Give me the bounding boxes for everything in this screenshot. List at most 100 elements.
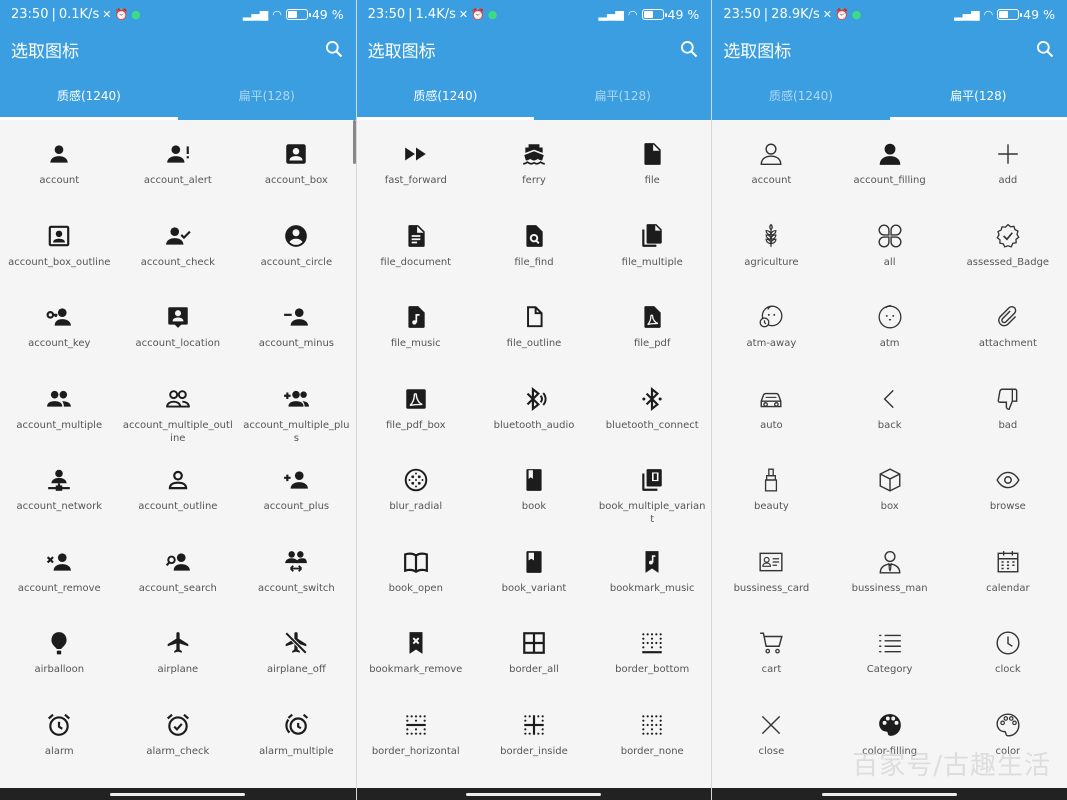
icon-grid-item[interactable]: browse [949, 452, 1067, 534]
icon-label: fast_forward [384, 175, 447, 186]
icon-grid-item[interactable]: atm-away [712, 289, 830, 371]
charging-icon: ● [851, 7, 862, 21]
icon-grid-item[interactable]: book_variant [475, 534, 593, 616]
icon-grid-item[interactable]: account_remove [0, 534, 119, 616]
signal-icon: ▂▄▆ [598, 7, 624, 21]
icon-grid-item[interactable]: account_minus [237, 289, 356, 371]
icon-grid-item[interactable]: auto [712, 371, 830, 453]
icon-grid-item[interactable]: file_pdf [593, 289, 711, 371]
icon-grid-item[interactable]: account_multiple [0, 371, 119, 453]
icon-grid-item[interactable]: account_search [119, 534, 238, 616]
icon-grid-item[interactable]: file_find [475, 208, 593, 290]
icon-label: account_box_outline [8, 256, 111, 268]
icon-grid-item[interactable]: fast_forward [357, 126, 475, 208]
icon-grid-item[interactable]: border_all [475, 615, 593, 697]
icon-grid-item[interactable]: file_document [357, 208, 475, 290]
icon-grid-item[interactable]: account_plus [237, 452, 356, 534]
status-separator: | [763, 6, 769, 22]
airplane-icon [165, 630, 191, 656]
icon-grid-item[interactable]: account_circle [237, 208, 356, 290]
icon-grid-item[interactable]: file_pdf_box [357, 371, 475, 453]
icon-grid-item[interactable]: alarm_check [119, 697, 238, 779]
icon-grid-item[interactable]: file_music [357, 289, 475, 371]
icon-grid-item[interactable]: all [831, 208, 949, 290]
icon-grid-item[interactable]: back [831, 371, 949, 453]
icon-grid-item[interactable]: account_check [119, 208, 238, 290]
icon-label: back [877, 419, 902, 431]
icon-grid-item[interactable]: clock [949, 615, 1067, 697]
icon-grid-item[interactable]: account_box [237, 126, 356, 208]
icon-grid-item[interactable]: agriculture [712, 208, 830, 290]
search-icon[interactable] [679, 39, 699, 59]
icon-grid-item[interactable]: file [593, 126, 711, 208]
icon-grid-item[interactable]: attachment [949, 289, 1067, 371]
status-separator: | [51, 6, 56, 22]
tab-material[interactable]: 质感(1240) [712, 70, 889, 120]
page-title: 选取图标 [723, 41, 792, 62]
search-icon[interactable] [324, 39, 344, 59]
icon-grid-item[interactable]: bad [949, 371, 1067, 453]
icon-grid-item[interactable]: account_key [0, 289, 119, 371]
icon-grid-item[interactable]: account_multiple_plus [237, 371, 356, 453]
icon-grid-item[interactable]: border_horizontal [357, 697, 475, 779]
icon-grid-item[interactable]: account [0, 126, 119, 208]
border-all-icon [521, 630, 547, 656]
icon-grid-item[interactable]: file_outline [475, 289, 593, 371]
icon-grid-item[interactable]: bussiness_card [712, 534, 830, 616]
icon-grid-item[interactable]: alarm [0, 697, 119, 779]
icon-grid-item[interactable]: color [949, 697, 1067, 779]
icon-label: Category [866, 664, 913, 675]
icon-grid-item[interactable]: ferry [475, 126, 593, 208]
icon-grid-item[interactable]: account_box_outline [0, 208, 119, 290]
icon-grid-item[interactable]: beauty [712, 452, 830, 534]
icon-grid-item[interactable]: file_multiple [593, 208, 711, 290]
icon-grid-item[interactable]: color-filling [831, 697, 949, 779]
icon-grid-item[interactable]: bookmark_music [593, 534, 711, 616]
icon-grid-item[interactable]: blur_radial [357, 452, 475, 534]
icon-grid-item[interactable]: border_none [593, 697, 711, 779]
icon-grid-item[interactable]: account_multiple_outline [119, 371, 238, 453]
bookmark-music-icon [639, 549, 665, 575]
icon-grid-item[interactable]: border_inside [475, 697, 593, 779]
flat-clock-icon [995, 630, 1021, 656]
icon-grid-item[interactable]: bookmark_remove [357, 615, 475, 697]
icon-grid-item[interactable]: atm [831, 289, 949, 371]
icon-grid-item[interactable]: airplane_off [237, 615, 356, 697]
icon-grid-item[interactable]: account_alert [119, 126, 238, 208]
icon-grid-item[interactable]: account_location [119, 289, 238, 371]
icon-grid-item[interactable]: account_switch [237, 534, 356, 616]
icon-grid-item[interactable]: add [949, 126, 1067, 208]
icon-grid-item[interactable]: airplane [119, 615, 238, 697]
icon-grid-item[interactable]: box [831, 452, 949, 534]
icon-grid-item[interactable]: account_filling [831, 126, 949, 208]
search-icon[interactable] [1035, 39, 1055, 59]
icon-grid-item[interactable]: book [475, 452, 593, 534]
flat-box-icon [877, 467, 903, 493]
icon-grid-item[interactable]: airballoon [0, 615, 119, 697]
tab-flat[interactable]: 扁平(128) [178, 70, 356, 120]
flat-all-icon [877, 223, 903, 249]
tab-flat[interactable]: 扁平(128) [889, 70, 1067, 120]
tab-material[interactable]: 质感(1240) [356, 70, 535, 120]
icon-grid-item[interactable]: assessed_Badge [949, 208, 1067, 290]
icon-label: border_inside [500, 745, 568, 757]
icon-grid-item[interactable]: Category [831, 615, 949, 697]
icon-grid-item[interactable]: calendar [949, 534, 1067, 616]
tab-material[interactable]: 质感(1240) [0, 70, 178, 120]
icon-grid-item[interactable]: account [712, 126, 830, 208]
icon-grid-item[interactable]: book_open [357, 534, 475, 616]
tab-flat[interactable]: 扁平(128) [534, 70, 711, 120]
icon-grid-item[interactable]: alarm_multiple [237, 697, 356, 779]
icon-grid-item[interactable]: book_multiple_variant [593, 452, 711, 534]
icon-grid-item[interactable]: bluetooth_connect [593, 371, 711, 453]
home-gesture-handle[interactable] [822, 792, 958, 796]
icon-grid-item[interactable]: account_network [0, 452, 119, 534]
icon-grid-item[interactable]: border_bottom [593, 615, 711, 697]
icon-grid-item[interactable]: account_outline [119, 452, 238, 534]
icon-grid-item[interactable]: bluetooth_audio [475, 371, 593, 453]
icon-grid-item[interactable]: cart [712, 615, 830, 697]
icon-grid-item[interactable]: close [712, 697, 830, 779]
home-gesture-handle[interactable] [466, 792, 602, 796]
icon-grid-item[interactable]: bussiness_man [831, 534, 949, 616]
home-gesture-handle[interactable] [110, 792, 246, 796]
